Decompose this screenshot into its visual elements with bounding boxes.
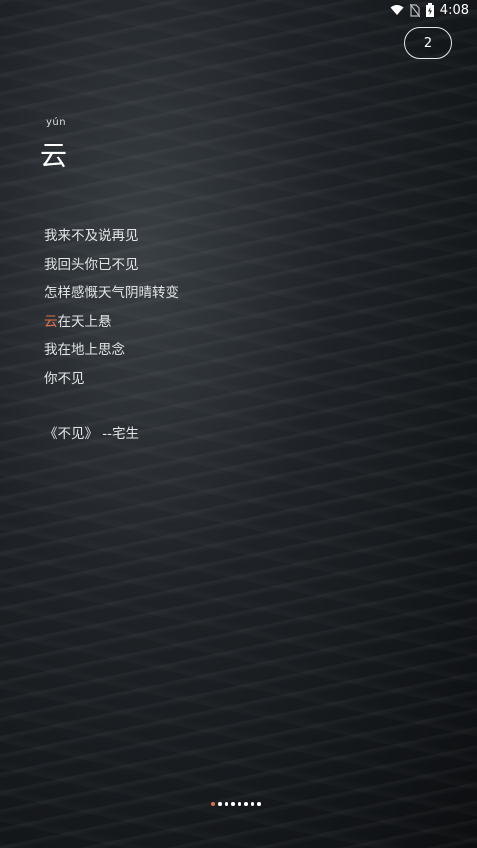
poem-line-text: 怎样感慨天气阴晴转变 — [44, 285, 179, 301]
pinyin-label: yún — [46, 117, 67, 128]
pagination-dot[interactable] — [211, 802, 215, 806]
poem-line-text: 我在地上思念 — [44, 342, 125, 358]
poem-text: 我来不及说再见 我回头你已不见 怎样感慨天气阴晴转变 云在天上悬 我在地上思念 … — [44, 224, 179, 395]
status-bar: 4:08 — [390, 0, 469, 20]
pagination-dot[interactable] — [257, 802, 261, 806]
status-time: 4:08 — [439, 2, 469, 18]
poem-line-text: 在天上悬 — [57, 313, 112, 330]
pagination-dot[interactable] — [218, 802, 222, 806]
pagination-dot[interactable] — [250, 802, 254, 806]
poem-line: 云在天上悬 — [44, 310, 179, 339]
page-counter-button[interactable]: 2 — [404, 27, 452, 59]
page-counter-label: 2 — [423, 35, 433, 51]
poem-line-text: 你不见 — [44, 370, 85, 387]
poem-line: 我在地上思念 — [44, 338, 179, 367]
pagination-dot[interactable] — [231, 802, 235, 806]
wifi-icon — [390, 4, 404, 16]
pagination-dots — [211, 802, 261, 806]
pagination-dot[interactable] — [244, 802, 248, 806]
poem-line: 怎样感慨天气阴晴转变 — [44, 281, 179, 310]
word-character: 云 — [40, 141, 67, 172]
poem-line: 你不见 — [44, 367, 179, 396]
poem-source: 《不见》 --宅生 — [44, 426, 140, 442]
poem-line-text: 我回头你已不见 — [44, 256, 139, 273]
poem-line: 我来不及说再见 — [44, 224, 179, 253]
battery-charging-icon — [425, 3, 434, 17]
poem-line: 我回头你已不见 — [44, 253, 179, 282]
pagination-dot[interactable] — [224, 802, 228, 806]
no-sim-icon — [409, 3, 420, 17]
poem-line-text: 我来不及说再见 — [44, 228, 139, 244]
pagination-dot[interactable] — [237, 802, 241, 806]
poem-line-highlight: 云 — [44, 313, 58, 330]
